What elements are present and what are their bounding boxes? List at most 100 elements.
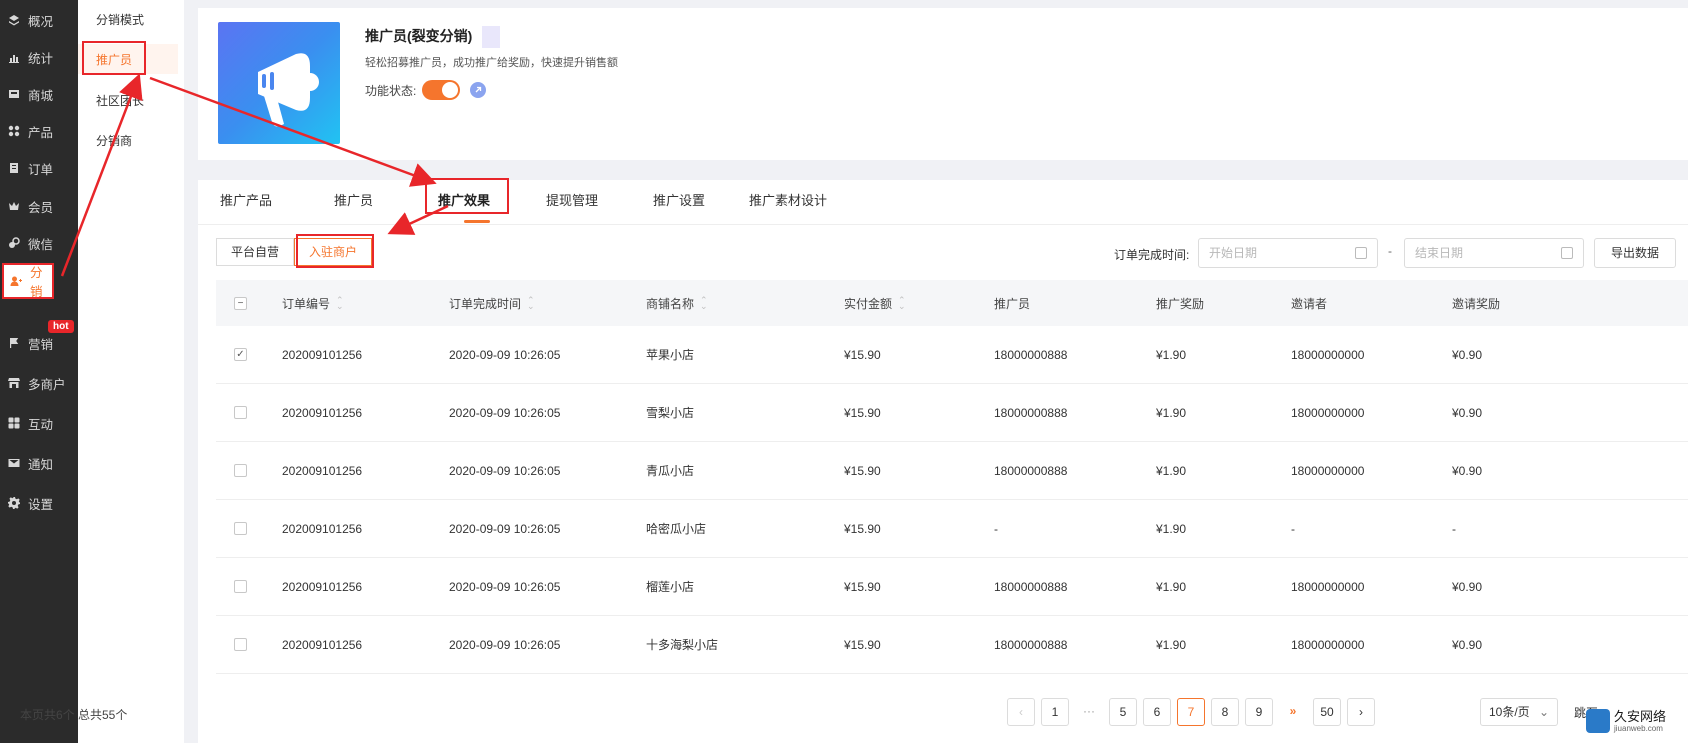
table-header: − 订单编号 ⌃ ⌄ 订单完成时间 ⌃ ⌄ 商铺名称 ⌃ ⌄ 实付金额 ⌃ ⌄ 推广员 推广奖励…	[216, 280, 1688, 326]
sub-menu: 分销模式 推广员 社区团长 分销商	[78, 0, 184, 743]
submenu-item-promoter[interactable]: 推广员	[78, 41, 178, 75]
sidebar-item-label: 互动	[28, 417, 54, 432]
grid-icon	[8, 417, 20, 429]
sidebar-item-statistics[interactable]: 统计	[0, 37, 78, 77]
sort-icon: ⌃ ⌄	[700, 295, 708, 311]
calendar-icon	[1561, 247, 1573, 259]
sidebar-item-label: 会员	[28, 200, 54, 215]
sidebar-item-wechat[interactable]: 微信	[0, 223, 78, 263]
page-button[interactable]: 7	[1177, 698, 1205, 726]
sidebar-item-overview[interactable]: 概况	[0, 0, 78, 40]
column-header: 推广奖励	[1156, 296, 1205, 311]
table-row: 202009101256 2020-09-09 10:26:05 青瓜小店 ¥15.9…	[216, 442, 1688, 500]
flag-icon	[8, 337, 20, 349]
wechat-icon	[8, 237, 20, 249]
sidebar-item-multi-merchant[interactable]: 多商户	[0, 363, 78, 403]
page-button[interactable]: 50	[1313, 698, 1341, 726]
table-cell: ¥15.90	[844, 637, 881, 652]
table-cell: 202009101256	[282, 521, 363, 536]
submenu-item-distributor[interactable]: 分销商	[78, 125, 178, 155]
column-header[interactable]: 订单完成时间 ⌃ ⌄	[449, 280, 535, 326]
sidebar-item-label: 订单	[28, 162, 54, 177]
segment-settled-merchants[interactable]: 入驻商户	[294, 238, 373, 266]
table-cell: 202009101256	[282, 463, 363, 478]
end-date-input[interactable]: 结束日期	[1404, 238, 1584, 268]
table-cell: 18000000888	[994, 579, 1068, 594]
title-decoration	[482, 26, 501, 49]
table-cell: 18000000888	[994, 347, 1068, 362]
tab-withdrawal-management[interactable]: 提现管理	[546, 180, 598, 225]
sidebar-item-distribution[interactable]: 分销	[2, 263, 54, 299]
tab-promoted-products[interactable]: 推广产品	[220, 180, 272, 225]
tab-promotion-settings[interactable]: 推广设置	[653, 180, 705, 225]
page-button[interactable]: 5	[1109, 698, 1137, 726]
table-cell: ¥1.90	[1156, 579, 1187, 594]
order-icon	[8, 162, 20, 174]
row-checkbox[interactable]: ✓	[234, 348, 247, 361]
select-all-checkbox[interactable]: −	[234, 296, 247, 310]
page-button[interactable]: 9	[1245, 698, 1273, 726]
megaphone-icon	[218, 22, 340, 144]
table-cell: ¥0.90	[1452, 579, 1483, 594]
row-checkbox[interactable]	[234, 406, 247, 419]
row-checkbox[interactable]	[234, 638, 247, 651]
table-cell: ¥1.90	[1156, 637, 1187, 652]
sidebar-item-products[interactable]: 产品	[0, 111, 78, 151]
sidebar-item-label: 产品	[28, 125, 54, 140]
sidebar-item-interaction[interactable]: 互动	[0, 403, 78, 443]
segment-self-operated[interactable]: 平台自营	[216, 238, 295, 266]
shop-icon	[8, 377, 20, 389]
table-cell: ¥1.90	[1156, 405, 1187, 420]
watermark-logo-icon	[1586, 709, 1610, 733]
table-cell: ¥0.90	[1452, 463, 1483, 478]
sidebar-item-settings[interactable]: 设置	[0, 483, 78, 523]
row-checkbox-cell	[234, 442, 247, 499]
status-label: 功能状态:	[365, 83, 417, 98]
link-icon[interactable]	[470, 82, 487, 98]
row-checkbox-cell: ✓	[234, 326, 247, 383]
table-cell: 2020-09-09 10:26:05	[449, 405, 561, 420]
column-header[interactable]: 商铺名称 ⌃ ⌄	[646, 280, 708, 326]
sidebar-item-label: 商城	[28, 88, 54, 103]
sidebar-item-orders[interactable]: 订单	[0, 148, 78, 188]
table-cell: 2020-09-09 10:26:05	[449, 579, 561, 594]
sidebar-item-marketing[interactable]: 营销	[0, 323, 78, 363]
page-button[interactable]: 1	[1041, 698, 1069, 726]
sidebar-item-notifications[interactable]: 通知	[0, 443, 78, 483]
tab-promoters[interactable]: 推广员	[334, 180, 373, 225]
chart-icon	[8, 51, 20, 63]
page-button[interactable]: 8	[1211, 698, 1239, 726]
next-page-button[interactable]: ›	[1347, 698, 1375, 726]
layers-icon	[8, 14, 20, 26]
submenu-item-community-leader[interactable]: 社区团长	[78, 85, 178, 115]
sidebar-item-label: 多商户	[28, 377, 66, 392]
sidebar-item-mall[interactable]: 商城	[0, 74, 78, 114]
sort-icon: ⌃ ⌄	[898, 295, 906, 311]
orders-table: − 订单编号 ⌃ ⌄ 订单完成时间 ⌃ ⌄ 商铺名称 ⌃ ⌄ 实付金额 ⌃ ⌄ 推广员 推广奖励…	[216, 280, 1688, 674]
row-checkbox[interactable]	[234, 580, 247, 593]
page-button[interactable]: 6	[1143, 698, 1171, 726]
column-header: 邀请奖励	[1452, 296, 1501, 311]
row-checkbox[interactable]	[234, 522, 247, 535]
export-data-button[interactable]: 导出数据	[1594, 238, 1676, 268]
page-button[interactable]: ···	[1075, 698, 1103, 726]
sidebar-item-label: 营销	[28, 337, 54, 352]
tab-promotion-material-design[interactable]: 推广素材设计	[749, 180, 827, 225]
page-size-select[interactable]: 10条/页 ⌄	[1480, 698, 1558, 726]
feature-toggle[interactable]	[422, 80, 461, 100]
table-cell: 2020-09-09 10:26:05	[449, 347, 561, 362]
sidebar-item-label: 微信	[28, 237, 54, 252]
table-cell: 18000000888	[994, 637, 1068, 652]
table-cell: ¥0.90	[1452, 405, 1483, 420]
submenu-item-distribution-mode[interactable]: 分销模式	[78, 4, 178, 34]
start-date-input[interactable]: 开始日期	[1198, 238, 1378, 268]
column-header[interactable]: 实付金额 ⌃ ⌄	[844, 280, 906, 326]
table-cell: ¥1.90	[1156, 521, 1187, 536]
page-button[interactable]: »	[1279, 698, 1307, 726]
prev-page-button[interactable]: ‹	[1007, 698, 1035, 726]
sidebar-item-members[interactable]: 会员	[0, 186, 78, 226]
column-header[interactable]: 订单编号 ⌃ ⌄	[282, 280, 344, 326]
row-checkbox-cell	[234, 384, 247, 441]
select-all-cell: −	[234, 280, 247, 326]
row-checkbox[interactable]	[234, 464, 247, 477]
